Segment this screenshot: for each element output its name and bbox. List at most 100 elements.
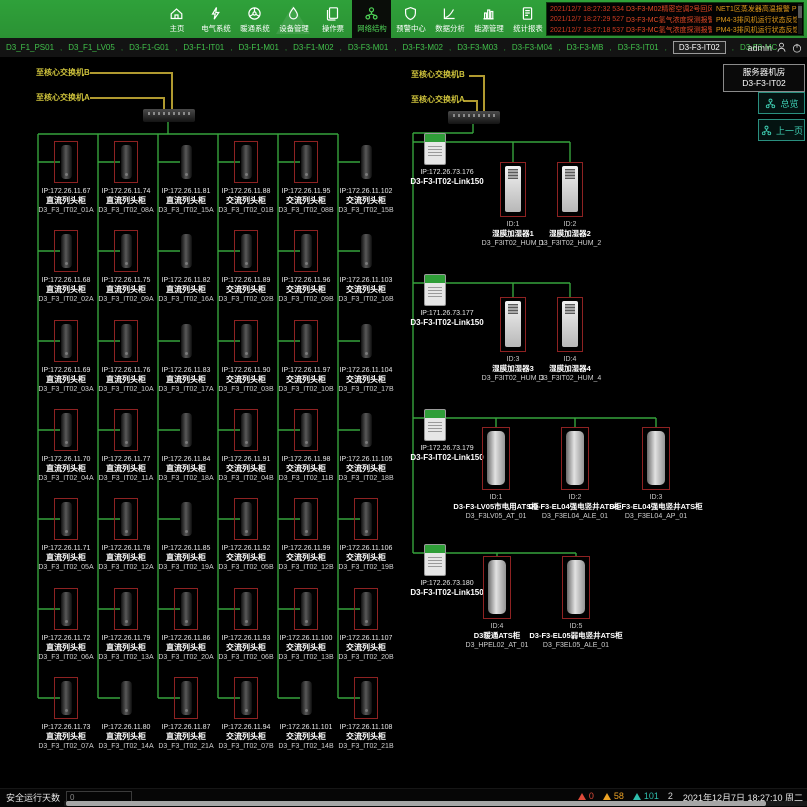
cabinet-icon	[181, 681, 192, 715]
ats-node-D3_F3EL05_ALE_01[interactable]: ID:5 D3-F3-EL05弱电竖井ATS柜 D3_F3EL05_ALE_01	[511, 556, 641, 652]
cabinet-node-D3_F3_IT02_14A[interactable]: IP:172.26.11.80 直流列头柜 D3_F3_IT02_14A	[93, 677, 159, 752]
cabinet-node-D3_F3_IT02_04B[interactable]: IP:172.26.11.91 交流列头柜 D3_F3_IT02_04B	[213, 409, 279, 484]
cabinet-node-D3_F3_IT02_08B[interactable]: IP:172.26.11.95 交流列头柜 D3_F3_IT02_08B	[273, 141, 339, 216]
overview-button[interactable]: 总览	[758, 92, 805, 114]
cabinet-node-D3_F3_IT02_05B[interactable]: IP:172.26.11.92 交流列头柜 D3_F3_IT02_05B	[213, 498, 279, 573]
cabinet-node-D3_F3_IT02_10A[interactable]: IP:172.26.11.76 直流列头柜 D3_F3_IT02_10A	[93, 320, 159, 395]
cabinet-node-D3_F3_IT02_13B[interactable]: IP:172.26.11.100 交流列头柜 D3_F3_IT02_13B	[273, 588, 339, 663]
menu-item-8[interactable]: 数据分析	[430, 0, 469, 38]
alarm-row-1[interactable]: 2021/12/7 18:27:32 534D3-F3-M02精密空调2号回风温…	[550, 4, 797, 15]
cabinet-node-D3_F3_IT02_17A[interactable]: IP:172.26.11.83 直流列头柜 D3_F3_IT02_17A	[153, 320, 219, 395]
cabinet-node-D3_F3_IT02_02B[interactable]: IP:172.26.11.89 交流列头柜 D3_F3_IT02_02B	[213, 230, 279, 305]
menu-item-1[interactable]: 主页	[157, 0, 196, 38]
alarm-scrollbar[interactable]	[798, 4, 802, 34]
cabinet-icon	[61, 413, 72, 447]
cabinet-node-D3_F3_IT02_15B[interactable]: IP:172.26.11.102 交流列头柜 D3_F3_IT02_15B	[333, 141, 399, 216]
device-ip: IP:172.26.11.94	[214, 723, 278, 732]
cabinet-node-D3_F3_IT02_02A[interactable]: IP:172.26.11.68 直流列头柜 D3_F3_IT02_02A	[33, 230, 99, 305]
cabinet-node-D3_F3_IT02_10B[interactable]: IP:172.26.11.97 交流列头柜 D3_F3_IT02_10B	[273, 320, 339, 395]
cabinet-node-D3_F3_IT02_11A[interactable]: IP:172.26.11.77 直流列头柜 D3_F3_IT02_11A	[93, 409, 159, 484]
cabinet-icon	[121, 592, 132, 626]
tab-D3-F3-MB[interactable]: D3-F3-MB	[567, 43, 604, 52]
cabinet-node-D3_F3_IT02_12B[interactable]: IP:172.26.11.99 交流列头柜 D3_F3_IT02_12B	[273, 498, 339, 573]
cabinet-label: IP:172.26.11.67 直流列头柜 D3_F3_IT02_01A	[34, 187, 98, 215]
tab-D3-F1-M02[interactable]: D3-F1-M02	[293, 43, 333, 52]
tab-D3-F3-IT01[interactable]: D3-F3-IT01	[618, 43, 659, 52]
access-switch-right-icon[interactable]	[448, 111, 500, 124]
cabinet-node-D3_F3_IT02_05A[interactable]: IP:172.26.11.71 直流列头柜 D3_F3_IT02_05A	[33, 498, 99, 573]
cabinet-label: IP:172.26.11.106 交流列头柜 D3_F3_IT02_19B	[334, 544, 398, 572]
prev-page-button[interactable]: 上一页	[758, 119, 805, 141]
menu-item-9[interactable]: 能源管理	[469, 0, 508, 38]
cabinet-node-D3_F3_IT02_17B[interactable]: IP:172.26.11.104 交流列头柜 D3_F3_IT02_17B	[333, 320, 399, 395]
cabinet-node-D3_F3_IT02_18A[interactable]: IP:172.26.11.84 直流列头柜 D3_F3_IT02_18A	[153, 409, 219, 484]
tab-D3-F3-M02[interactable]: D3-F3-M02	[403, 43, 443, 52]
tab-D3-F3-M01[interactable]: D3-F3-M01	[348, 43, 388, 52]
cabinet-node-D3_F3_IT02_12A[interactable]: IP:172.26.11.78 直流列头柜 D3_F3_IT02_12A	[93, 498, 159, 573]
cabinet-node-D3_F3_IT02_20B[interactable]: IP:172.26.11.107 交流列头柜 D3_F3_IT02_20B	[333, 588, 399, 663]
device-tag: D3_F3_IT02_19A	[154, 563, 218, 572]
cabinet-node-D3_F3_IT02_03B[interactable]: IP:172.26.11.90 交流列头柜 D3_F3_IT02_03B	[213, 320, 279, 395]
humidifier-node-D3_F3IT02_HUM_4[interactable]: ID:4 湿膜加湿器4 D3_F3IT02_HUM_4	[505, 297, 635, 385]
device-tag: D3_F3_IT02_21A	[154, 742, 218, 751]
menu-item-6[interactable]: 网络结构	[352, 0, 391, 38]
power-icon[interactable]	[791, 42, 803, 54]
tab-D3-F3-M04[interactable]: D3-F3-M04	[512, 43, 552, 52]
link150-gateway-icon[interactable]	[424, 274, 446, 306]
cabinet-node-D3_F3_IT02_01B[interactable]: IP:172.26.11.88 交流列头柜 D3_F3_IT02_01B	[213, 141, 279, 216]
tab-D3-F3-IT02[interactable]: D3-F3-IT02	[673, 41, 726, 54]
cabinet-node-D3_F3_IT02_11B[interactable]: IP:172.26.11.98 交流列头柜 D3_F3_IT02_11B	[273, 409, 339, 484]
cabinet-icon	[241, 324, 252, 358]
cabinet-node-D3_F3_IT02_19B[interactable]: IP:172.26.11.106 交流列头柜 D3_F3_IT02_19B	[333, 498, 399, 573]
tab-D3_F1_PS01[interactable]: D3_F1_PS01	[6, 43, 54, 52]
menu-item-4[interactable]: 设备管理	[274, 0, 313, 38]
cabinet-node-D3_F3_IT02_07A[interactable]: IP:172.26.11.73 直流列头柜 D3_F3_IT02_07A	[33, 677, 99, 752]
tab-D3-F1-M01[interactable]: D3-F1-M01	[238, 43, 278, 52]
cabinet-node-D3_F3_IT02_21B[interactable]: IP:172.26.11.108 交流列头柜 D3_F3_IT02_21B	[333, 677, 399, 752]
ats-node-D3_F3EL04_AP_01[interactable]: ID:3 D3-F3-EL04强电竖井ATS柜 D3_F3EL04_AP_01	[591, 427, 721, 523]
user-icon[interactable]	[775, 41, 788, 54]
cabinet-icon	[361, 145, 372, 179]
cabinet-node-D3_F3_IT02_03A[interactable]: IP:172.26.11.69 直流列头柜 D3_F3_IT02_03A	[33, 320, 99, 395]
cabinet-node-D3_F3_IT02_04A[interactable]: IP:172.26.11.70 直流列头柜 D3_F3_IT02_04A	[33, 409, 99, 484]
menu-item-10[interactable]: 统计报表	[508, 0, 547, 38]
tab-D3-F1-IT01[interactable]: D3-F1-IT01	[183, 43, 224, 52]
cabinet-label: IP:172.26.11.72 直流列头柜 D3_F3_IT02_06A	[34, 634, 98, 662]
menu-item-5[interactable]: 操作票	[313, 0, 352, 38]
cabinet-node-D3_F3_IT02_16A[interactable]: IP:172.26.11.82 直流列头柜 D3_F3_IT02_16A	[153, 230, 219, 305]
cabinet-node-D3_F3_IT02_15A[interactable]: IP:172.26.11.81 直流列头柜 D3_F3_IT02_15A	[153, 141, 219, 216]
link150-gateway-icon[interactable]	[424, 133, 446, 165]
cabinet-node-D3_F3_IT02_06B[interactable]: IP:172.26.11.93 交流列头柜 D3_F3_IT02_06B	[213, 588, 279, 663]
device-tag: D3_F3_IT02_10A	[94, 385, 158, 394]
cabinet-node-D3_F3_IT02_13A[interactable]: IP:172.26.11.79 直流列头柜 D3_F3_IT02_13A	[93, 588, 159, 663]
cabinet-node-D3_F3_IT02_07B[interactable]: IP:172.26.11.94 交流列头柜 D3_F3_IT02_07B	[213, 677, 279, 752]
tab-D3-F3-M03[interactable]: D3-F3-M03	[457, 43, 497, 52]
device-type: 交流列头柜	[334, 196, 398, 206]
cabinet-node-D3_F3_IT02_14B[interactable]: IP:172.26.11.101 交流列头柜 D3_F3_IT02_14B	[273, 677, 339, 752]
cabinet-node-D3_F3_IT02_19A[interactable]: IP:172.26.11.85 直流列头柜 D3_F3_IT02_19A	[153, 498, 219, 573]
cabinet-icon	[301, 234, 312, 268]
menu-item-7[interactable]: 预警中心	[391, 0, 430, 38]
horizontal-scrollbar[interactable]	[64, 801, 807, 806]
cabinet-node-D3_F3_IT02_21A[interactable]: IP:172.26.11.87 直流列头柜 D3_F3_IT02_21A	[153, 677, 219, 752]
cabinet-node-D3_F3_IT02_08A[interactable]: IP:172.26.11.74 直流列头柜 D3_F3_IT02_08A	[93, 141, 159, 216]
cabinet-node-D3_F3_IT02_06A[interactable]: IP:172.26.11.72 直流列头柜 D3_F3_IT02_06A	[33, 588, 99, 663]
cabinet-node-D3_F3_IT02_01A[interactable]: IP:172.26.11.67 直流列头柜 D3_F3_IT02_01A	[33, 141, 99, 216]
cabinet-node-D3_F3_IT02_20A[interactable]: IP:172.26.11.86 直流列头柜 D3_F3_IT02_20A	[153, 588, 219, 663]
device-ip: IP:172.26.11.69	[34, 366, 98, 375]
cabinet-node-D3_F3_IT02_16B[interactable]: IP:172.26.11.103 交流列头柜 D3_F3_IT02_16B	[333, 230, 399, 305]
alarm-row-2[interactable]: 2021/12/7 18:27:29 527D3-F3-MC氢气浓度探测报警PM…	[550, 15, 797, 26]
cabinet-icon	[361, 502, 372, 536]
cabinet-node-D3_F3_IT02_09B[interactable]: IP:172.26.11.96 交流列头柜 D3_F3_IT02_09B	[273, 230, 339, 305]
humidifier-node-D3_F3IT02_HUM_2[interactable]: ID:2 湿膜加湿器2 D3_F3IT02_HUM_2	[505, 162, 635, 250]
device-ip: IP:172.26.11.89	[214, 276, 278, 285]
menu-item-3[interactable]: 暖通系统	[235, 0, 274, 38]
access-switch-left-icon[interactable]	[143, 109, 195, 122]
tab-D3-F1-G01[interactable]: D3-F1-G01	[129, 43, 169, 52]
scrollbar-thumb[interactable]	[66, 801, 766, 806]
alarm-row-3[interactable]: 2021/12/7 18:27:18 537D3-F3-MC氢气浓度探测报警PM…	[550, 25, 797, 36]
cabinet-node-D3_F3_IT02_09A[interactable]: IP:172.26.11.75 直流列头柜 D3_F3_IT02_09A	[93, 230, 159, 305]
tab-D3_F1_LV05[interactable]: D3_F1_LV05	[68, 43, 115, 52]
cabinet-node-D3_F3_IT02_18B[interactable]: IP:172.26.11.105 交流列头柜 D3_F3_IT02_18B	[333, 409, 399, 484]
menu-item-2[interactable]: 电气系统	[196, 0, 235, 38]
